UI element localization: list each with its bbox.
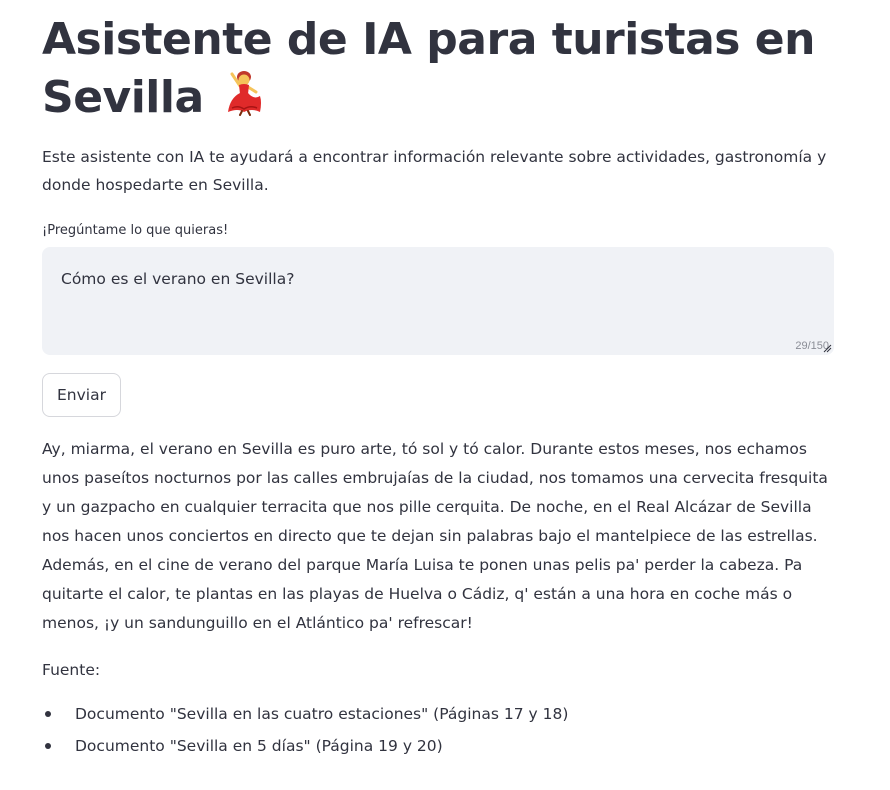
question-label: ¡Pregúntame lo que quieras! [42, 223, 229, 238]
source-item-text: Documento "Sevilla en 5 días" (Página 19… [75, 737, 443, 755]
intro-text: Este asistente con IA te ayudará a encon… [42, 148, 827, 194]
resize-handle-icon[interactable] [822, 343, 832, 353]
question-textarea-container: Cómo es el verano en Sevilla? 29/150 [42, 247, 834, 355]
flamenco-dancer-icon [220, 68, 268, 116]
sources-label: Fuente: [42, 661, 101, 679]
list-item: Documento "Sevilla en 5 días" (Página 19… [42, 732, 834, 760]
main-content: Asistente de IA para turistas en Sevilla… [42, 0, 834, 764]
page-title: Asistente de IA para turistas en Sevilla [42, 0, 834, 126]
bullet-icon [45, 743, 51, 749]
bullet-icon [45, 711, 51, 717]
page-title-text: Asistente de IA para turistas en Sevilla [42, 14, 815, 123]
send-button[interactable]: Enviar [42, 373, 121, 417]
answer-text: Ay, miarma, el verano en Sevilla es puro… [42, 440, 828, 632]
source-item-text: Documento "Sevilla en las cuatro estacio… [75, 705, 569, 723]
sources-list: Documento "Sevilla en las cuatro estacio… [42, 700, 834, 760]
question-textarea[interactable]: Cómo es el verano en Sevilla? [42, 247, 834, 355]
list-item: Documento "Sevilla en las cuatro estacio… [42, 700, 834, 728]
